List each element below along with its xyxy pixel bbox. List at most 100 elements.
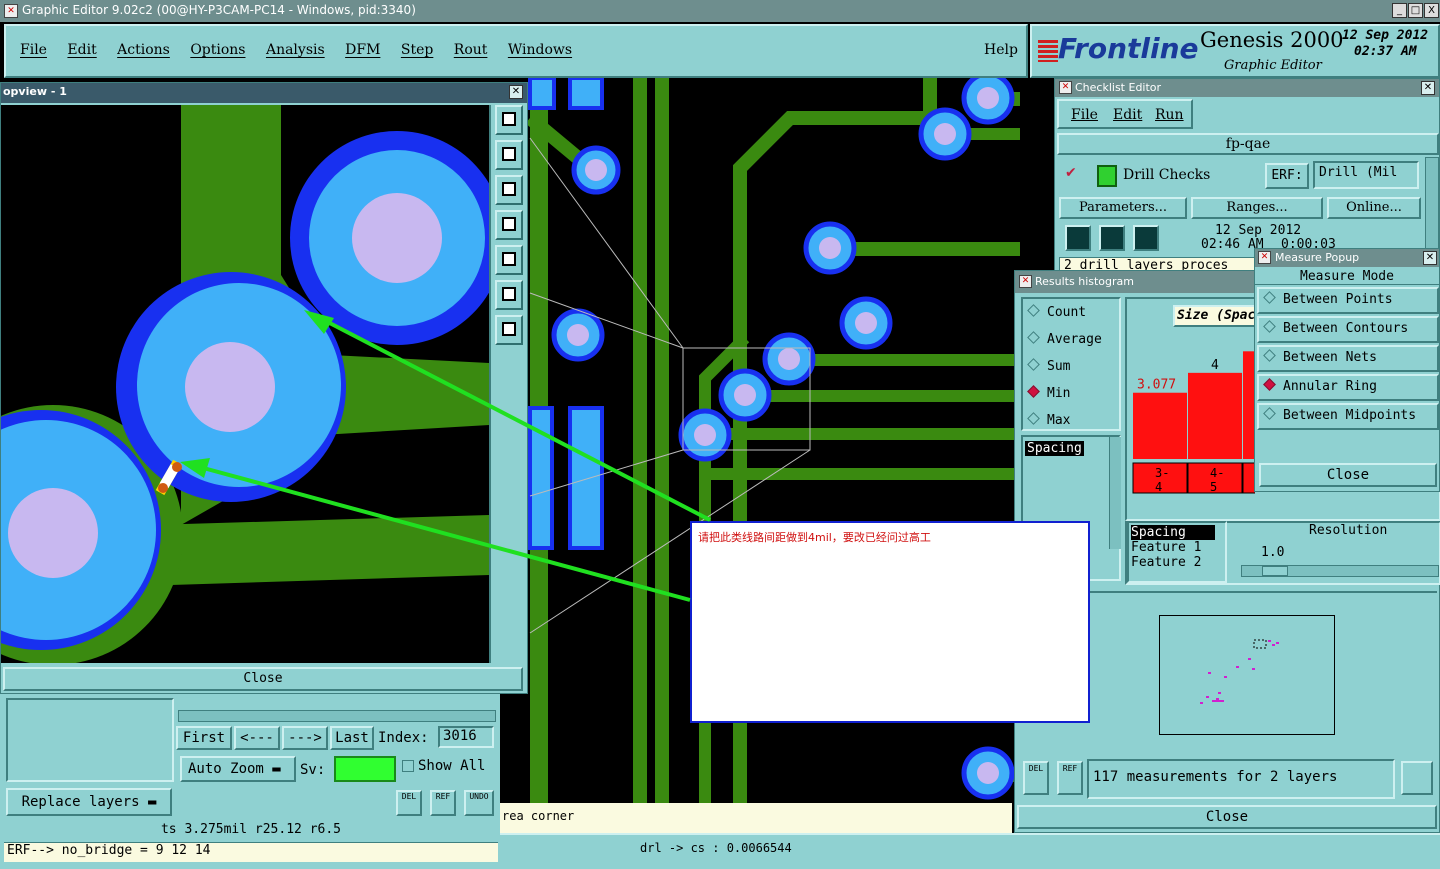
resolution-value: 1.0 [1261, 545, 1285, 560]
checklist-menu-file[interactable]: File [1071, 107, 1098, 123]
checklist-menu-edit[interactable]: Edit [1113, 107, 1142, 123]
checklist-menu-run[interactable]: Run [1155, 107, 1184, 123]
index-label: Index: [378, 730, 429, 746]
menu-actions[interactable]: Actions [117, 42, 170, 58]
run-check-icon[interactable] [1065, 225, 1091, 251]
type-spacing[interactable]: Spacing [1131, 525, 1215, 540]
last-button[interactable]: Last [330, 726, 374, 750]
undo-button[interactable]: UNDO [464, 790, 494, 816]
measure-between-points[interactable]: Between Points [1257, 287, 1439, 314]
measure-between-nets[interactable]: Between Nets [1257, 345, 1439, 372]
menu-dfm[interactable]: DFM [345, 42, 380, 58]
topview-titlebar: opview - 1 ✕ [1, 83, 527, 103]
radio-count-icon [1027, 304, 1040, 317]
layer-list[interactable] [6, 698, 174, 782]
online-button[interactable]: Online... [1327, 197, 1421, 219]
menu-rout[interactable]: Rout [454, 42, 488, 58]
stat-count[interactable]: Count [1027, 304, 1087, 320]
pan-left-icon[interactable] [495, 210, 523, 240]
next-button[interactable]: ---> [282, 726, 328, 750]
measure-between-midpoints-label: Between Midpoints [1283, 408, 1417, 423]
zoom-out-icon[interactable] [495, 315, 523, 345]
checklist-menu: File Edit Run [1057, 99, 1193, 129]
radio-between-nets-icon [1263, 349, 1276, 362]
topview-zoom-canvas[interactable] [1, 105, 489, 663]
measure-app-icon: ✕ [1258, 251, 1271, 264]
auto-zoom-select[interactable]: Auto Zoom ▬ [180, 756, 296, 782]
menu-options[interactable]: Options [190, 42, 245, 58]
histogram-type-list[interactable]: Spacing Feature 1 Feature 2 [1127, 521, 1227, 583]
stat-min-label: Min [1047, 386, 1071, 401]
resolution-slider[interactable] [1241, 565, 1439, 577]
menu-windows[interactable]: Windows [508, 42, 572, 58]
measure-annular-ring[interactable]: Annular Ring [1257, 374, 1439, 401]
prev-button[interactable]: <--- [234, 726, 280, 750]
check-name: Drill Checks [1123, 167, 1211, 183]
measure-between-contours[interactable]: Between Contours [1257, 316, 1439, 343]
pan-right-icon[interactable] [495, 245, 523, 275]
histogram-close-button[interactable]: Close [1017, 805, 1437, 829]
show-all-checkbox[interactable] [402, 760, 414, 772]
check-enabled-icon[interactable]: ✔ [1065, 165, 1077, 181]
topview-window: opview - 1 ✕ Close [0, 82, 528, 694]
measure-mode-label: Measure Mode [1255, 269, 1439, 285]
sv-color-select[interactable] [334, 756, 396, 782]
topview-close-button[interactable]: Close [3, 667, 523, 691]
replace-layers-select[interactable]: Replace layers ▬ [6, 788, 172, 816]
type-feature-1[interactable]: Feature 1 [1131, 540, 1223, 555]
stat-sum[interactable]: Sum [1027, 358, 1070, 374]
title-bar: ✕ Graphic Editor 9.02c2 (00@HY-P3CAM-PC1… [0, 0, 1440, 22]
zoom-home-icon[interactable] [495, 105, 523, 135]
measure-between-midpoints[interactable]: Between Midpoints [1257, 403, 1439, 430]
histogram-ref-button[interactable]: REF [1057, 761, 1083, 795]
frontline-logo-icon [1038, 40, 1058, 62]
check-date: 12 Sep 2012 [1215, 223, 1302, 238]
menu-help[interactable]: Help [984, 42, 1018, 58]
radio-between-points-icon [1263, 291, 1276, 304]
pan-up-icon[interactable] [495, 140, 523, 170]
measure-close-button[interactable]: Close [1259, 463, 1437, 487]
stat-min[interactable]: Min [1027, 385, 1071, 401]
minimize-button[interactable]: _ [1392, 3, 1407, 18]
stat-average[interactable]: Average [1027, 331, 1102, 347]
measure-popup-window: ✕ Measure Popup ✕ Measure Mode Between P… [1254, 248, 1440, 492]
histogram-bar[interactable] [1188, 372, 1242, 459]
del-button[interactable]: DEL [396, 790, 422, 816]
topview-close-icon[interactable]: ✕ [509, 85, 523, 99]
ref-button[interactable]: REF [430, 790, 456, 816]
horizontal-scrollbar[interactable] [178, 710, 496, 722]
histogram-export-icon[interactable] [1401, 761, 1433, 795]
measure-close-icon[interactable]: ✕ [1423, 251, 1437, 265]
ranges-button[interactable]: Ranges... [1191, 197, 1323, 219]
resolution-slider-thumb[interactable] [1262, 566, 1288, 576]
stat-count-label: Count [1047, 305, 1087, 320]
menu-step[interactable]: Step [401, 42, 433, 58]
first-button[interactable]: First [176, 726, 232, 750]
stat-max[interactable]: Max [1027, 412, 1070, 428]
menu-analysis[interactable]: Analysis [266, 42, 325, 58]
type-feature-2[interactable]: Feature 2 [1131, 555, 1223, 570]
drill-check-icon [1097, 165, 1117, 187]
sv-label: Sv: [300, 762, 326, 778]
histogram-del-button[interactable]: DEL [1023, 761, 1049, 795]
run-all-icon[interactable] [1099, 225, 1125, 251]
pan-down-icon[interactable] [495, 175, 523, 205]
parameters-button[interactable]: Parameters... [1059, 197, 1187, 219]
zoom-in-icon[interactable] [495, 280, 523, 310]
menu-edit[interactable]: Edit [67, 42, 96, 58]
type-list-item-spacing[interactable]: Spacing [1025, 441, 1084, 456]
distribution-preview[interactable] [1159, 615, 1335, 735]
close-window-button[interactable]: X [1424, 3, 1439, 18]
index-input[interactable]: 3016 [438, 726, 494, 748]
maximize-button[interactable]: □ [1408, 3, 1423, 18]
menu-file[interactable]: File [20, 42, 47, 58]
stop-check-icon[interactable] [1133, 225, 1159, 251]
type-list-scrollbar[interactable] [1109, 437, 1121, 549]
erf-input[interactable]: Drill (Mil [1313, 161, 1419, 189]
measure-between-contours-label: Between Contours [1283, 321, 1409, 336]
measurement-summary: 117 measurements for 2 layers [1087, 759, 1395, 799]
annotation-note[interactable]: 请把此类线路间距做到4mil，要改已经问过高工 [690, 521, 1090, 723]
histogram-bar[interactable] [1133, 392, 1187, 459]
product-name: Genesis 2000 [1200, 28, 1344, 52]
checklist-close-icon[interactable]: ✕ [1421, 81, 1435, 95]
